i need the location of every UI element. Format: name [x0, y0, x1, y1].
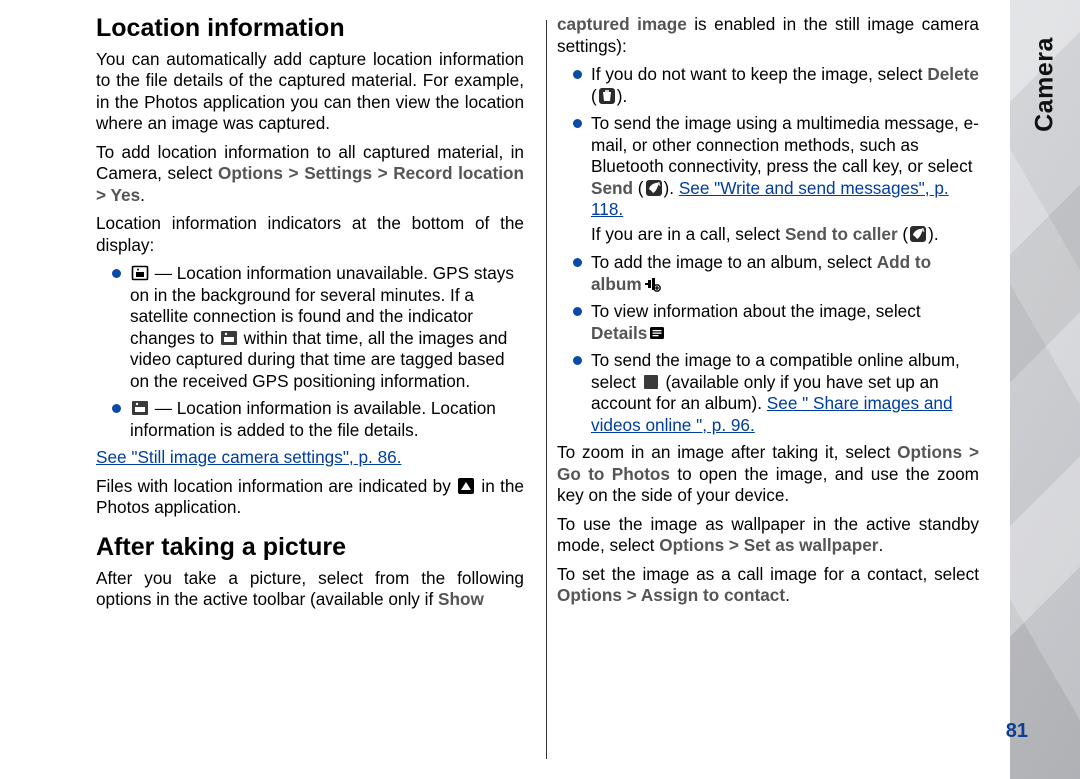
bullet-item: To send the image to a compatible online… [577, 350, 979, 436]
menu-path-item: Yes [111, 185, 141, 205]
text: To set the image as a call image for a c… [557, 564, 979, 584]
chapter-label: Camera [1031, 37, 1060, 132]
paragraph: To zoom in an image after taking it, sel… [557, 442, 979, 507]
sub-paragraph: If you are in a call, select Send to cal… [591, 224, 979, 246]
menu-path-item: Settings [304, 163, 372, 183]
svg-text:A: A [657, 182, 661, 188]
location-available-mini-icon [220, 329, 238, 347]
bullet-item: — Location information is available. Loc… [116, 398, 524, 441]
paragraph: After you take a picture, select from th… [96, 568, 524, 611]
text: To view information about the image, sel… [591, 301, 921, 321]
menu-path-item: Set as wallpaper [744, 535, 879, 555]
text: To zoom in an image after taking it, sel… [557, 442, 897, 462]
paragraph: You can automatically add capture locati… [96, 49, 524, 135]
paragraph: To set the image as a call image for a c… [557, 564, 979, 607]
cross-reference-link[interactable]: See "Still image camera settings", p. 86… [96, 447, 524, 469]
left-column: Location information You can automatical… [96, 14, 546, 779]
menu-path-sep: > [724, 535, 744, 555]
menu-path-item: Assign to contact [641, 585, 785, 605]
location-available-icon [131, 399, 149, 417]
text: . [785, 585, 790, 605]
right-column: captured image is enabled in the still i… [547, 14, 997, 779]
menu-path-sep: > [372, 163, 393, 183]
text: . [878, 535, 883, 555]
text: If you are in a call, select [591, 224, 785, 244]
bold-term: Delete [927, 64, 979, 84]
bold-term: Send [591, 178, 633, 198]
paragraph: To add location information to all captu… [96, 142, 524, 207]
paragraph: Files with location information are indi… [96, 476, 524, 519]
text: ( [633, 178, 644, 198]
bullet-list: If you do not want to keep the image, se… [557, 64, 979, 436]
paragraph: captured image is enabled in the still i… [557, 14, 979, 57]
menu-path-item: Options [218, 163, 283, 183]
bold-term: Send to caller [785, 224, 898, 244]
text: If you do not want to keep the image, se… [591, 64, 927, 84]
text: ). [617, 86, 628, 106]
text: . [140, 185, 145, 205]
heading-location-info: Location information [96, 14, 524, 43]
heading-after-picture: After taking a picture [96, 533, 524, 562]
online-album-icon [642, 373, 660, 391]
text: To send the image using a multimedia mes… [591, 113, 979, 176]
text: ( [898, 224, 909, 244]
bullet-list: — Location information unavailable. GPS … [96, 263, 524, 441]
bullet-item: To add the image to an album, select Add… [577, 252, 979, 295]
location-unavailable-outline-icon [131, 264, 149, 282]
text: Files with location information are indi… [96, 476, 456, 496]
page-number: 81 [1006, 720, 1028, 743]
menu-path-item: Options [659, 535, 724, 555]
paragraph: Location information indicators at the b… [96, 213, 524, 256]
link-text[interactable]: See "Still image camera settings", p. 86… [96, 447, 402, 467]
bold-term: Details [591, 323, 647, 343]
manual-page: Location information You can automatical… [0, 0, 1080, 779]
text: — Location information is available. Loc… [130, 398, 496, 440]
menu-path-item: Options [897, 442, 962, 462]
text: ). [928, 224, 939, 244]
menu-path-sep: > [283, 163, 304, 183]
bullet-item: — Location information unavailable. GPS … [116, 263, 524, 392]
menu-path-sep: > [622, 585, 641, 605]
bold-term: captured image [557, 14, 687, 34]
bullet-item: To view information about the image, sel… [577, 301, 979, 344]
menu-path-sep: > [962, 442, 979, 462]
text: ). [664, 178, 679, 198]
svg-text:A: A [921, 228, 925, 234]
menu-path-item: Go to Photos [557, 464, 670, 484]
bullet-item: If you do not want to keep the image, se… [577, 64, 979, 107]
details-icon [648, 324, 666, 342]
menu-path-item: Record location [393, 163, 524, 183]
location-tagged-file-icon [457, 477, 475, 495]
menu-path-item: Options [557, 585, 622, 605]
send-to-caller-icon: A [909, 225, 927, 243]
delete-icon [598, 87, 616, 105]
text: ( [591, 86, 597, 106]
bullet-item: To send the image using a multimedia mes… [577, 113, 979, 245]
menu-path-sep: > [96, 185, 111, 205]
bold-term: Show [438, 589, 484, 609]
paragraph: To use the image as wallpaper in the act… [557, 514, 979, 557]
chapter-tab: Camera [1010, 0, 1080, 779]
text: To add the image to an album, select [591, 252, 877, 272]
send-icon: A [645, 179, 663, 197]
add-to-album-icon [643, 275, 661, 293]
